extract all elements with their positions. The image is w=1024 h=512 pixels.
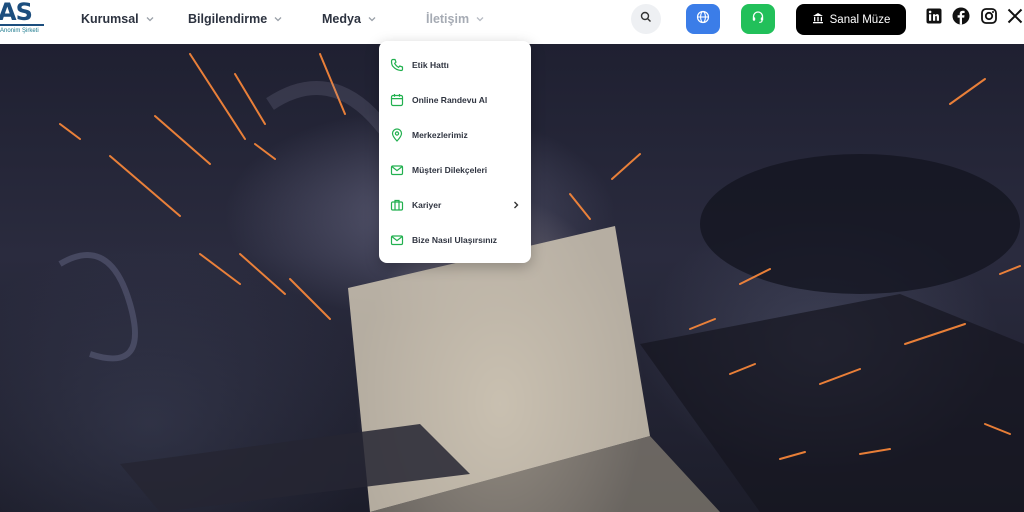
support-button[interactable]: [741, 4, 775, 34]
nav-item-label: Bilgilendirme: [188, 12, 268, 26]
logo-underline: [0, 24, 44, 26]
menu-item-label: Online Randevu Al: [412, 95, 488, 105]
instagram-link[interactable]: [980, 7, 998, 29]
headset-icon: [751, 10, 765, 29]
iletisim-dropdown-menu: Etik Hattı Online Randevu Al Merkezlerim…: [379, 41, 531, 263]
menu-item-kariyer[interactable]: Kariyer: [389, 193, 521, 217]
phone-icon: [389, 57, 405, 73]
linkedin-icon: [926, 8, 942, 29]
menu-item-merkezlerimiz[interactable]: Merkezlerimiz: [389, 123, 521, 147]
nav-item-iletisim[interactable]: İletişim: [426, 10, 485, 28]
globe-icon: [696, 10, 710, 29]
menu-item-label: Kariyer: [412, 200, 442, 210]
chevron-right-icon: [511, 200, 521, 210]
logo-subtitle: Anonim Şirketi: [0, 28, 39, 34]
logo-mark: AS: [0, 0, 33, 26]
language-button[interactable]: [686, 4, 720, 34]
mail-icon: [389, 162, 405, 178]
x-icon: [1007, 8, 1023, 29]
chevron-down-icon: [475, 14, 485, 24]
menu-item-bize-nasil-ulasirsiniz[interactable]: Bize Nasıl Ulaşırsınız: [389, 228, 521, 252]
chevron-down-icon: [367, 14, 377, 24]
linkedin-link[interactable]: [925, 8, 943, 29]
mail-icon: [389, 232, 405, 248]
virtual-museum-button[interactable]: Sanal Müze: [796, 4, 906, 35]
instagram-icon: [981, 7, 997, 29]
chevron-down-icon: [273, 14, 283, 24]
location-icon: [389, 127, 405, 143]
nav-item-kurumsal[interactable]: Kurumsal: [81, 10, 155, 28]
calendar-icon: [389, 92, 405, 108]
search-icon: [640, 10, 652, 28]
facebook-icon: [952, 7, 970, 30]
menu-item-label: Merkezlerimiz: [412, 130, 468, 140]
menu-item-online-randevu[interactable]: Online Randevu Al: [389, 88, 521, 112]
menu-item-label: Müşteri Dilekçeleri: [412, 165, 488, 175]
menu-item-musteri-dilekceleri[interactable]: Müşteri Dilekçeleri: [389, 158, 521, 182]
chevron-down-icon: [145, 14, 155, 24]
menu-item-etik-hatti[interactable]: Etik Hattı: [389, 53, 521, 77]
virtual-museum-label: Sanal Müze: [829, 13, 891, 26]
menu-item-label: Bize Nasıl Ulaşırsınız: [412, 235, 498, 245]
x-link[interactable]: [1006, 8, 1024, 29]
search-button[interactable]: [631, 4, 661, 34]
nav-item-label: İletişim: [426, 12, 470, 26]
nav-item-medya[interactable]: Medya: [322, 10, 377, 28]
nav-item-label: Kurumsal: [81, 12, 139, 26]
briefcase-icon: [389, 197, 405, 213]
menu-item-label: Etik Hattı: [412, 60, 449, 70]
site-header: AS Anonim Şirketi Kurumsal Bilgilendirme…: [0, 0, 1024, 44]
museum-icon: [812, 12, 824, 27]
nav-item-bilgilendirme[interactable]: Bilgilendirme: [188, 10, 283, 28]
company-logo[interactable]: AS Anonim Şirketi: [0, 0, 46, 40]
facebook-link[interactable]: [952, 7, 970, 30]
nav-item-label: Medya: [322, 12, 361, 26]
